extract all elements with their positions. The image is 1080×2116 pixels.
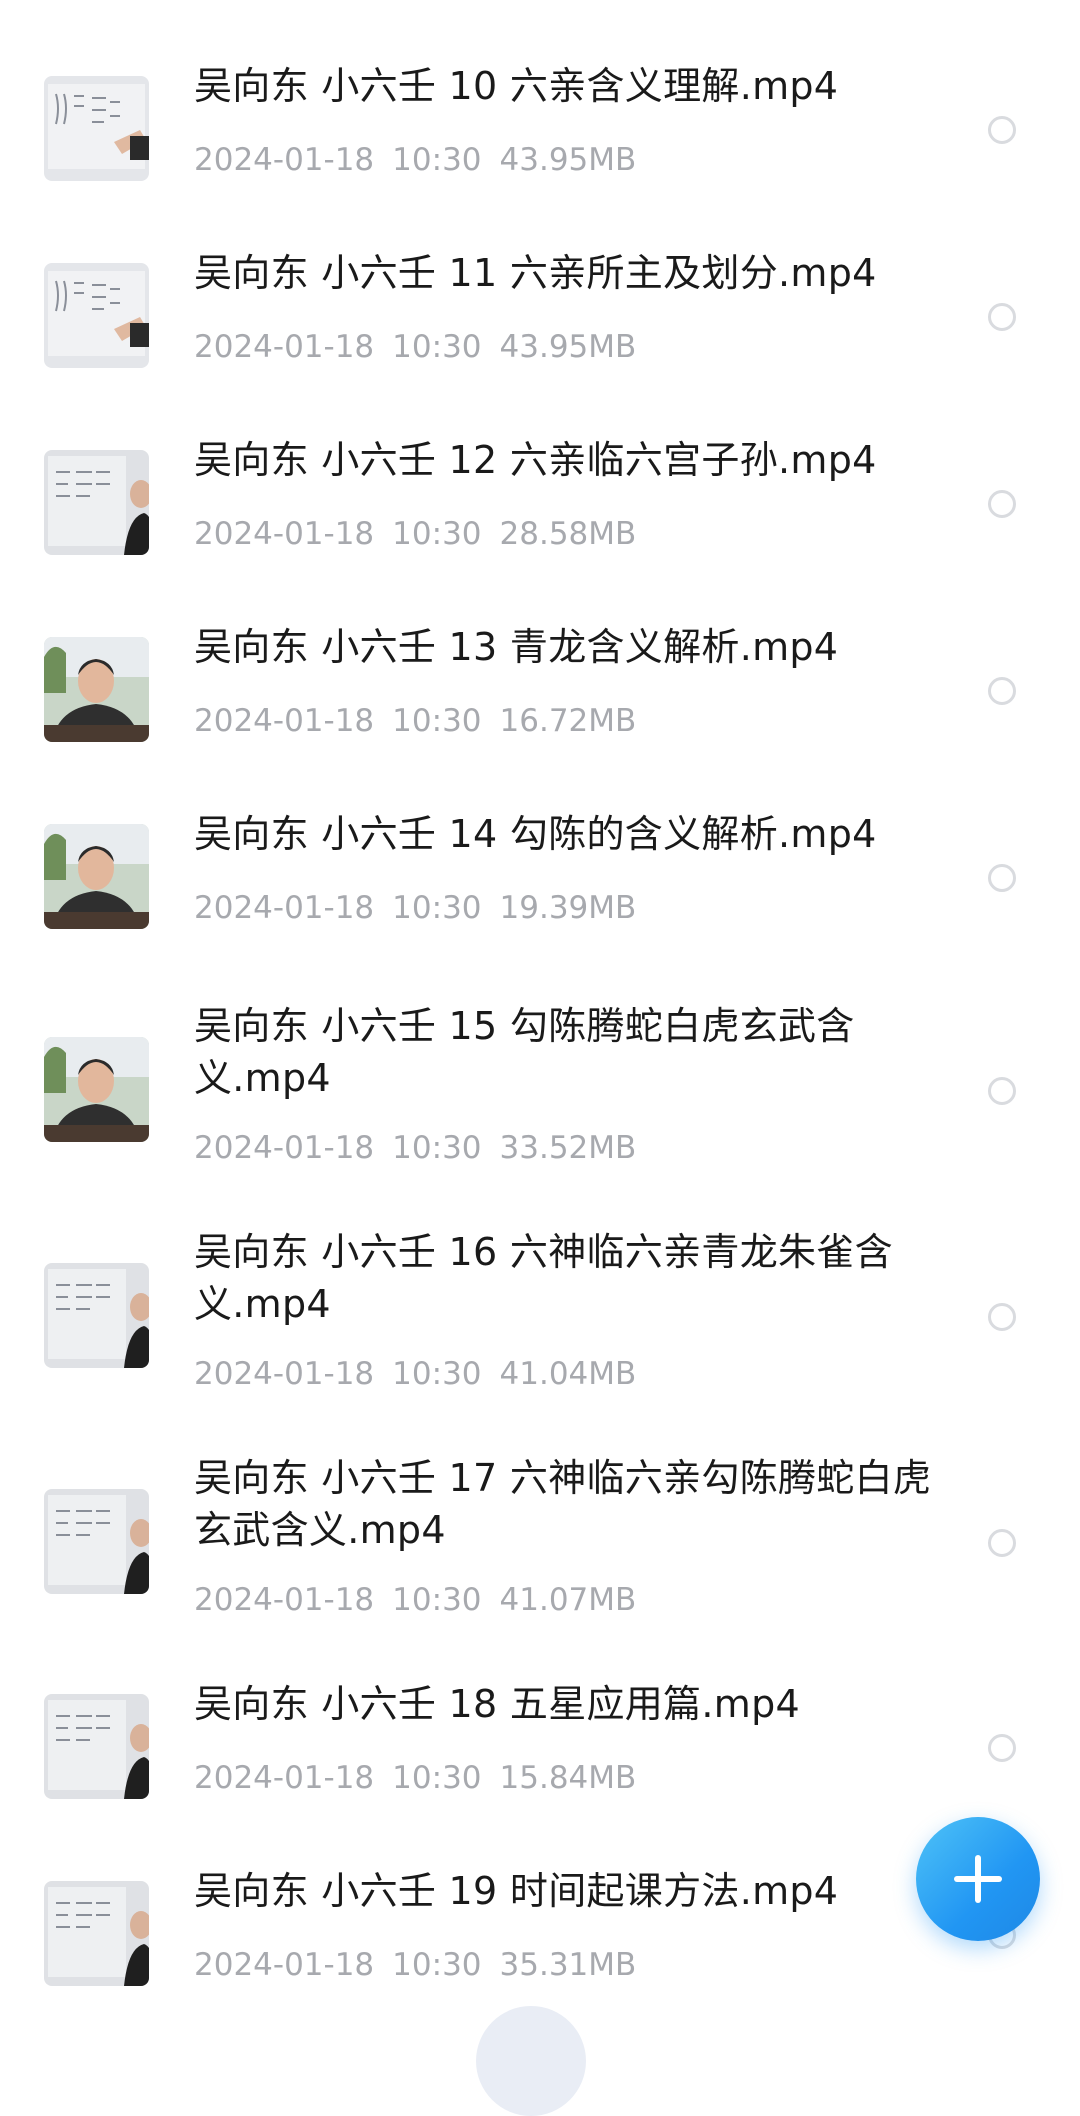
file-size: 19.39MB (499, 890, 637, 926)
list-item[interactable]: 吴向东 小六壬 18 五星应用篇.mp4 2024-01-18 10:30 15.8… (0, 1678, 1080, 1818)
file-name: 吴向东 小六壬 19 时间起课方法.mp4 (194, 1869, 839, 1913)
select-radio[interactable] (988, 677, 1016, 705)
video-thumbnail (44, 450, 149, 555)
list-item[interactable]: 吴向东 小六壬 14 勾陈的含义解析.mp4 2024-01-18 10:30 19… (0, 808, 1080, 948)
file-time: 10:30 (392, 516, 482, 552)
list-item[interactable]: 吴向东 小六壬 17 六神临六亲勾陈腾蛇白虎玄武含义.mp4 2024-01-1… (0, 1452, 1080, 1632)
list-item[interactable]: 吴向东 小六壬 11 六亲所主及划分.mp4 2024-01-18 10:30 43… (0, 247, 1080, 387)
file-date: 2024-01-18 (194, 703, 375, 739)
whiteboard-person-icon (44, 1489, 149, 1594)
presenter-face-icon (44, 1037, 149, 1142)
list-item[interactable]: 吴向东 小六壬 12 六亲临六宫子孙.mp4 2024-01-18 10:30 28… (0, 434, 1080, 574)
file-meta: 2024-01-18 10:30 41.07MB (194, 1580, 654, 1620)
file-size: 15.84MB (499, 1760, 637, 1796)
whiteboard-person-icon (44, 1694, 149, 1799)
file-name: 吴向东 小六壬 13 青龙含义解析.mp4 (194, 625, 839, 669)
whiteboard-hand-icon (44, 263, 149, 368)
select-radio[interactable] (988, 1529, 1016, 1557)
file-size: 41.07MB (499, 1582, 637, 1618)
select-radio[interactable] (988, 490, 1016, 518)
file-time: 10:30 (392, 329, 482, 365)
file-date: 2024-01-18 (194, 516, 375, 552)
file-size: 16.72MB (499, 703, 637, 739)
select-radio[interactable] (988, 1077, 1016, 1105)
file-date: 2024-01-18 (194, 1760, 375, 1796)
file-meta: 2024-01-18 10:30 43.95MB (194, 327, 654, 367)
select-radio[interactable] (988, 864, 1016, 892)
select-radio[interactable] (988, 116, 1016, 144)
video-thumbnail (44, 1489, 149, 1594)
file-name: 吴向东 小六壬 18 五星应用篇.mp4 (194, 1682, 800, 1726)
file-name: 吴向东 小六壬 17 六神临六亲勾陈腾蛇白虎玄武含义.mp4 (194, 1456, 932, 1552)
list-item[interactable]: 吴向东 小六壬 13 青龙含义解析.mp4 2024-01-18 10:30 16.… (0, 621, 1080, 761)
whiteboard-person-icon (44, 450, 149, 555)
video-thumbnail (44, 76, 149, 181)
file-date: 2024-01-18 (194, 1356, 375, 1392)
file-size: 43.95MB (499, 329, 637, 365)
file-date: 2024-01-18 (194, 1582, 375, 1618)
whiteboard-person-icon (44, 1881, 149, 1986)
file-name: 吴向东 小六壬 12 六亲临六宫子孙.mp4 (194, 438, 877, 482)
file-time: 10:30 (392, 1356, 482, 1392)
file-name: 吴向东 小六壬 14 勾陈的含义解析.mp4 (194, 812, 877, 856)
file-name: 吴向东 小六壬 16 六神临六亲青龙朱雀含义.mp4 (194, 1230, 893, 1326)
select-radio[interactable] (988, 1303, 1016, 1331)
list-item[interactable]: 吴向东 小六壬 15 勾陈腾蛇白虎玄武含义.mp4 2024-01-18 10:3… (0, 1000, 1080, 1180)
file-meta: 2024-01-18 10:30 35.31MB (194, 1945, 654, 1985)
file-meta: 2024-01-18 10:30 16.72MB (194, 701, 654, 741)
file-size: 43.95MB (499, 142, 637, 178)
presenter-face-icon (44, 637, 149, 742)
select-radio[interactable] (988, 303, 1016, 331)
whiteboard-hand-icon (44, 76, 149, 181)
add-button[interactable] (916, 1817, 1040, 1941)
file-size: 28.58MB (499, 516, 637, 552)
file-meta: 2024-01-18 10:30 28.58MB (194, 514, 654, 554)
presenter-face-icon (44, 824, 149, 929)
file-size: 35.31MB (499, 1947, 637, 1983)
file-meta: 2024-01-18 10:30 43.95MB (194, 140, 654, 180)
video-thumbnail (44, 637, 149, 742)
file-date: 2024-01-18 (194, 890, 375, 926)
file-size: 33.52MB (499, 1130, 637, 1166)
video-thumbnail (44, 1694, 149, 1799)
video-thumbnail (44, 1263, 149, 1368)
file-date: 2024-01-18 (194, 1947, 375, 1983)
file-name: 吴向东 小六壬 15 勾陈腾蛇白虎玄武含义.mp4 (194, 1004, 855, 1100)
file-date: 2024-01-18 (194, 329, 375, 365)
file-time: 10:30 (392, 1947, 482, 1983)
list-item[interactable]: 吴向东 小六壬 10 六亲含义理解.mp4 2024-01-18 10:30 43.… (0, 60, 1080, 200)
file-name: 吴向东 小六壬 11 六亲所主及划分.mp4 (194, 251, 877, 295)
video-thumbnail (44, 824, 149, 929)
video-thumbnail (44, 1037, 149, 1142)
file-meta: 2024-01-18 10:30 15.84MB (194, 1758, 654, 1798)
file-size: 41.04MB (499, 1356, 637, 1392)
file-name: 吴向东 小六壬 10 六亲含义理解.mp4 (194, 64, 839, 108)
list-item[interactable]: 吴向东 小六壬 16 六神临六亲青龙朱雀含义.mp4 2024-01-18 10:… (0, 1226, 1080, 1406)
video-thumbnail (44, 263, 149, 368)
file-time: 10:30 (392, 142, 482, 178)
file-time: 10:30 (392, 890, 482, 926)
select-radio[interactable] (988, 1734, 1016, 1762)
file-meta: 2024-01-18 10:30 41.04MB (194, 1354, 654, 1394)
bottom-tab-indicator (476, 2006, 586, 2116)
file-meta: 2024-01-18 10:30 19.39MB (194, 888, 654, 928)
file-meta: 2024-01-18 10:30 33.52MB (194, 1128, 654, 1168)
video-thumbnail (44, 1881, 149, 1986)
file-date: 2024-01-18 (194, 142, 375, 178)
file-time: 10:30 (392, 1760, 482, 1796)
whiteboard-person-icon (44, 1263, 149, 1368)
file-time: 10:30 (392, 703, 482, 739)
file-time: 10:30 (392, 1130, 482, 1166)
file-date: 2024-01-18 (194, 1130, 375, 1166)
file-time: 10:30 (392, 1582, 482, 1618)
